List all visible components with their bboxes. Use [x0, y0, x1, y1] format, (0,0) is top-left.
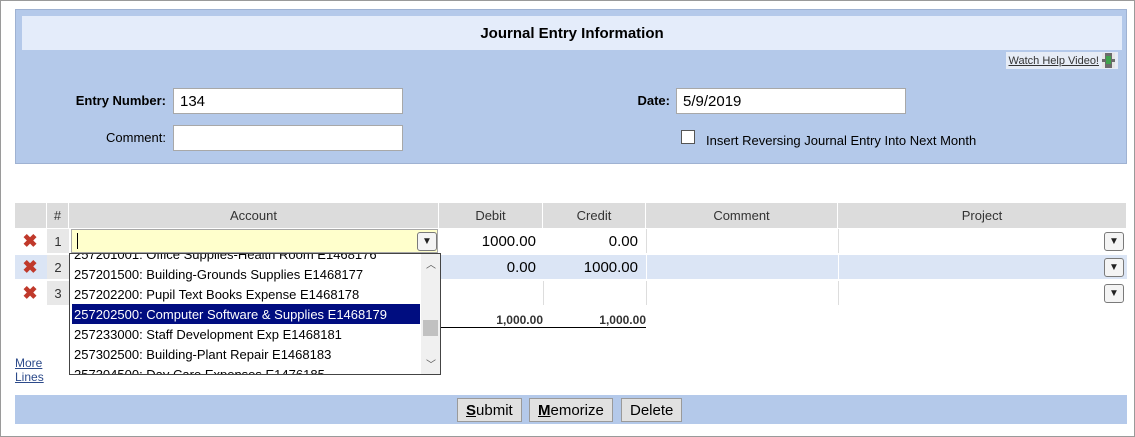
scrollbar-thumb[interactable] — [423, 320, 438, 336]
delete-button[interactable]: Delete — [621, 398, 683, 422]
reversing-entry-label: Insert Reversing Journal Entry Into Next… — [706, 133, 977, 148]
table-row: ✖ 1 ▼ 1000.00 0.00 ▼ — [15, 229, 1127, 253]
memorize-button[interactable]: Memorize — [529, 398, 613, 422]
scroll-down-icon[interactable]: ﹀ — [426, 356, 436, 371]
dropdown-option[interactable]: 257233000: Staff Development Exp E146818… — [72, 324, 420, 344]
reversing-entry-checkbox[interactable] — [681, 130, 695, 144]
col-debit-header: Debit — [439, 203, 543, 228]
account-dropdown-list[interactable]: 257201001: Office Supplies-Health Room E… — [69, 253, 441, 375]
panel-title: Journal Entry Information — [22, 16, 1122, 50]
credit-cell[interactable]: 0.00 — [543, 229, 638, 253]
dropdown-scrollbar[interactable]: ︿ ﹀ — [421, 254, 440, 374]
chevron-down-icon[interactable]: ▼ — [1104, 284, 1124, 303]
total-debit: 1,000.00 — [496, 313, 543, 327]
col-account-header: Account — [69, 203, 439, 228]
comment-cell[interactable] — [646, 255, 838, 279]
total-credit: 1,000.00 — [599, 313, 646, 327]
help-link-text[interactable]: Watch Help Video! — [1009, 55, 1100, 67]
totals-underline — [439, 327, 646, 328]
submit-label: ubmit — [476, 401, 513, 419]
memorize-accesskey: M — [538, 401, 551, 419]
delete-row-icon[interactable]: ✖ — [22, 258, 38, 276]
project-select[interactable] — [838, 229, 1127, 253]
delete-row-icon[interactable]: ✖ — [22, 284, 38, 302]
col-project-header: Project — [838, 203, 1127, 228]
chevron-down-icon[interactable]: ▼ — [417, 232, 437, 251]
dropdown-option[interactable]: 257202200: Pupil Text Books Expense E146… — [72, 284, 420, 304]
entry-number-label: Entry Number: — [75, 93, 166, 108]
memorize-label: emorize — [550, 401, 604, 419]
comment-input[interactable] — [173, 125, 403, 151]
debit-cell[interactable] — [439, 281, 543, 305]
comment-cell[interactable] — [646, 229, 838, 253]
credit-cell[interactable] — [543, 281, 646, 305]
dropdown-option[interactable]: 257201500: Building-Grounds Supplies E14… — [72, 264, 420, 284]
row-number: 3 — [47, 281, 69, 305]
col-num-header: # — [47, 203, 69, 228]
credit-cell[interactable]: 1000.00 — [543, 255, 638, 279]
scroll-up-icon[interactable]: ︿ — [426, 256, 436, 271]
col-comment-header: Comment — [646, 203, 838, 228]
col-credit-header: Credit — [543, 203, 646, 228]
comment-label: Comment: — [106, 130, 166, 145]
row-number: 1 — [47, 229, 69, 253]
dropdown-option[interactable]: 257302500: Building-Plant Repair E146818… — [72, 344, 420, 364]
chevron-down-icon[interactable]: ▼ — [1104, 232, 1124, 251]
dropdown-option-selected[interactable]: 257202500: Computer Software & Supplies … — [72, 304, 420, 324]
delete-row-icon[interactable]: ✖ — [22, 232, 38, 250]
debit-cell[interactable]: 0.00 — [439, 255, 536, 279]
submit-button[interactable]: Submit — [457, 398, 522, 422]
project-select[interactable] — [838, 255, 1127, 279]
row-number: 2 — [47, 255, 69, 279]
comment-cell[interactable] — [646, 281, 838, 305]
journal-entry-panel: Journal Entry Information Watch Help Vid… — [15, 9, 1127, 164]
chevron-down-icon[interactable]: ▼ — [1104, 258, 1124, 277]
col-delete-header — [15, 203, 47, 228]
dropdown-option[interactable]: 257304500: Day Care Expenses E1476185 — [72, 364, 420, 375]
submit-accesskey: S — [466, 401, 477, 419]
date-input[interactable] — [676, 88, 906, 114]
more-lines-link[interactable]: More Lines — [15, 356, 44, 384]
entry-number-input[interactable] — [173, 88, 403, 114]
delete-label: Delete — [630, 401, 674, 419]
dropdown-option[interactable]: 257201001: Office Supplies-Health Room E… — [72, 254, 420, 264]
film-icon[interactable] — [1102, 53, 1115, 68]
watch-help-video-link[interactable]: Watch Help Video! — [1005, 52, 1118, 69]
date-label: Date: — [637, 93, 670, 108]
project-select[interactable] — [838, 281, 1127, 305]
panel-title-text: Journal Entry Information — [480, 24, 664, 42]
account-select[interactable] — [71, 229, 438, 253]
debit-cell[interactable]: 1000.00 — [439, 229, 536, 253]
